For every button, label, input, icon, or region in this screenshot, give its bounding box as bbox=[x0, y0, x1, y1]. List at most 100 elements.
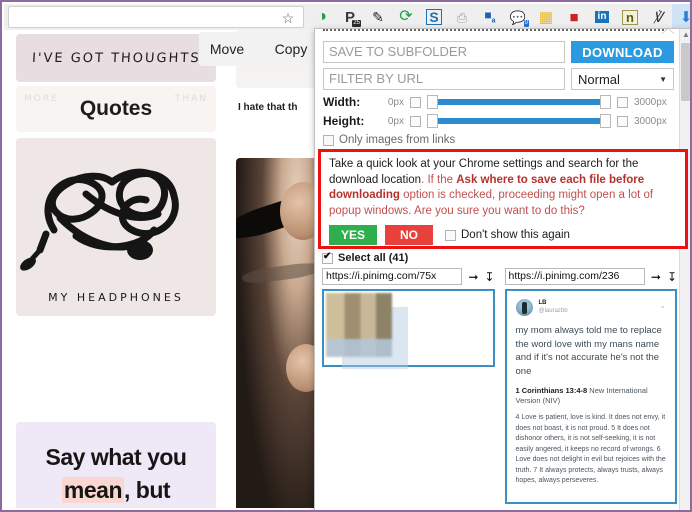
chat-icon[interactable]: 💬 0 bbox=[504, 4, 532, 30]
pin-i-hate-text: I hate that th bbox=[238, 102, 298, 113]
arrow-right-icon[interactable]: ➞ bbox=[468, 271, 478, 283]
linkedin-icon[interactable]: in bbox=[588, 4, 616, 30]
width-slider-knob-left[interactable] bbox=[427, 95, 438, 109]
warning-actions: YES NO Don't show this again bbox=[329, 225, 679, 245]
filter-row: FILTER BY URL Normal ▼ bbox=[323, 68, 674, 90]
width-slider[interactable] bbox=[427, 95, 611, 109]
bookmark-star-icon[interactable]: ☆ bbox=[281, 11, 295, 25]
pin-say-line2-rest: , but bbox=[124, 477, 171, 503]
headphones-tangle-icon bbox=[20, 168, 179, 271]
dont-show-again-label: Don't show this again bbox=[461, 229, 570, 241]
only-images-from-links-checkbox[interactable] bbox=[323, 134, 334, 146]
warning-no-button[interactable]: NO bbox=[385, 225, 433, 245]
eyedropper-icon[interactable]: ✎ bbox=[364, 4, 392, 30]
scribd-icon[interactable]: S bbox=[420, 4, 448, 30]
warning-yes-button[interactable]: YES bbox=[329, 225, 377, 245]
tweet-text: my mom always told me to replace the wor… bbox=[515, 325, 662, 377]
pin-thoughts[interactable]: I'VE GOT THOUGHTS bbox=[16, 34, 216, 82]
pin-headphones[interactable]: MY HEADPHONES bbox=[16, 138, 216, 316]
chat-badge: 0 bbox=[523, 20, 529, 27]
save-to-subfolder-input[interactable]: SAVE TO SUBFOLDER bbox=[323, 41, 565, 63]
move-button[interactable]: Move bbox=[199, 32, 255, 66]
download-button[interactable]: DOWNLOAD bbox=[571, 41, 674, 63]
result-thumbnail-card-1[interactable] bbox=[322, 289, 495, 369]
select-all-row[interactable]: Select all (41) bbox=[322, 251, 677, 264]
width-min-checkbox[interactable] bbox=[410, 96, 421, 108]
result-item-1: https://i.pinimg.com/75x ➞ ↧ bbox=[322, 268, 495, 504]
filter-by-url-input[interactable]: FILTER BY URL bbox=[323, 68, 565, 90]
pin-say-line1: Say what you bbox=[45, 444, 187, 470]
warning-sentence-2-pre: . If the bbox=[421, 173, 457, 186]
address-bar[interactable]: ☆ bbox=[8, 6, 304, 28]
width-min-value: 0px bbox=[387, 96, 404, 108]
result-item-2: https://i.pinimg.com/236 ➞ ↧ LB @laurazb… bbox=[504, 268, 677, 504]
verse-text: 4 Love is patient, love is kind. It does… bbox=[515, 414, 666, 484]
width-slider-track bbox=[437, 99, 601, 105]
height-min-checkbox[interactable] bbox=[410, 115, 421, 127]
verse-reference: 1 Corinthians 13:4-8 New International V… bbox=[516, 386, 667, 406]
select-all-label: Select all (41) bbox=[338, 252, 409, 264]
width-max-value: 3000px bbox=[634, 96, 667, 108]
download-arrow-icon[interactable]: ↧ bbox=[484, 271, 494, 283]
browser-toolbar: ☆ ◑ P 25 ✎ ⟳ S ⎙ ■a 💬 0 ▦ ■ in n ℣ ⬇ bbox=[4, 4, 690, 35]
filter-mode-select[interactable]: Normal ▼ bbox=[571, 68, 674, 90]
adblock-icon[interactable]: ◑ bbox=[308, 4, 336, 30]
tweet-author-name: LB bbox=[538, 300, 547, 306]
warning-text: Take a quick look at your Chrome setting… bbox=[329, 157, 679, 219]
pin-thoughts-text: I'VE GOT THOUGHTS bbox=[31, 50, 201, 66]
refresh-circle-icon[interactable]: ⟳ bbox=[392, 4, 420, 30]
notes-yellow-icon[interactable]: ▦ bbox=[532, 4, 560, 30]
results-grid: https://i.pinimg.com/75x ➞ ↧ https://i.p… bbox=[322, 268, 677, 504]
pin-i-hate[interactable]: I hate that th bbox=[236, 90, 322, 142]
dont-show-again-row[interactable]: Don't show this again bbox=[445, 229, 570, 241]
select-all-checkbox[interactable] bbox=[322, 251, 333, 264]
result-thumbnail-card-2[interactable]: LB @laurazbb ⌄ my mom always told me to … bbox=[504, 289, 677, 504]
download-arrow-icon[interactable]: ↧ bbox=[667, 271, 677, 283]
extension-toolbar: ◑ P 25 ✎ ⟳ S ⎙ ■a 💬 0 ▦ ■ in n ℣ ⬇ bbox=[308, 4, 690, 30]
width-max-checkbox[interactable] bbox=[617, 96, 628, 108]
pin-say-line2-highlight: mean bbox=[61, 477, 125, 503]
scrollbar-thumb[interactable] bbox=[681, 43, 690, 101]
only-images-from-links-row[interactable]: Only images from links bbox=[323, 134, 674, 146]
dont-show-again-checkbox[interactable] bbox=[445, 229, 456, 241]
height-slider-row: Height: 0px 3000px bbox=[323, 114, 674, 128]
printer-icon[interactable]: ⎙ bbox=[448, 4, 476, 30]
copy-button[interactable]: Copy bbox=[260, 32, 322, 66]
signature-icon[interactable]: ℣ bbox=[644, 4, 672, 30]
result-url-1[interactable]: https://i.pinimg.com/75x bbox=[322, 268, 463, 285]
move-button-label: Move bbox=[209, 41, 245, 57]
popup-dotted-divider bbox=[323, 29, 668, 37]
height-max-value: 3000px bbox=[634, 115, 667, 127]
width-slider-knob-right[interactable] bbox=[600, 95, 611, 109]
chevron-down-icon: ⌄ bbox=[659, 301, 666, 310]
height-slider-track bbox=[437, 118, 601, 124]
scroll-up-icon[interactable]: ▲ bbox=[682, 31, 690, 39]
verse-reference-book: 1 Corinthians 13:4-8 bbox=[515, 386, 588, 395]
pin-quotes-title: Quotes bbox=[79, 97, 153, 120]
filter-mode-value: Normal bbox=[578, 71, 620, 87]
height-slider[interactable] bbox=[427, 114, 611, 128]
image-downloader-icon[interactable]: ⬇ bbox=[672, 4, 690, 30]
height-slider-knob-left[interactable] bbox=[427, 114, 438, 128]
height-slider-knob-right[interactable] bbox=[600, 114, 611, 128]
red-book-icon[interactable]: ■ bbox=[560, 4, 588, 30]
result-url-2[interactable]: https://i.pinimg.com/236 bbox=[504, 268, 645, 285]
evernote-icon[interactable]: n bbox=[616, 4, 644, 30]
only-images-from-links-label: Only images from links bbox=[339, 134, 456, 146]
result-url-row-1: https://i.pinimg.com/75x ➞ ↧ bbox=[322, 268, 495, 285]
results-area: Select all (41) https://i.pinimg.com/75x… bbox=[322, 251, 677, 510]
translate-icon[interactable]: ■a bbox=[476, 4, 504, 30]
pin-couple-photo[interactable] bbox=[236, 158, 322, 508]
pocket-badge: 25 bbox=[352, 20, 361, 27]
popup-caret-icon bbox=[661, 29, 675, 35]
arrow-right-icon[interactable]: ➞ bbox=[651, 271, 661, 283]
pocket-icon[interactable]: P 25 bbox=[336, 4, 364, 30]
pin-quotes[interactable]: MORE THAN Quotes bbox=[16, 86, 216, 132]
tweet-author-handle: @laurazbb bbox=[538, 308, 568, 314]
photo-shape-4 bbox=[241, 260, 322, 286]
height-max-checkbox[interactable] bbox=[617, 115, 628, 127]
popup-scrollbar[interactable]: ▲ bbox=[679, 29, 690, 510]
tweet-header: LB @laurazbb ⌄ bbox=[515, 299, 666, 316]
chevron-down-icon: ▼ bbox=[659, 74, 667, 84]
pin-say[interactable]: Say what you mean, but don't say bbox=[16, 422, 216, 508]
